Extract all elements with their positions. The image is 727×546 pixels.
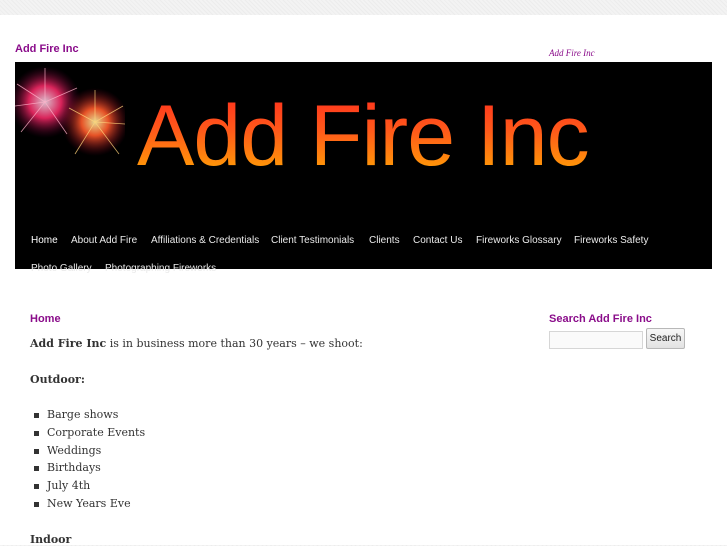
search-input[interactable]: [549, 331, 643, 349]
nav-item-fireworks-safety[interactable]: Fireworks Safety: [574, 235, 648, 246]
list-item: Weddings: [47, 444, 102, 457]
nav-item-contact-us[interactable]: Contact Us: [413, 235, 462, 246]
list-item: New Years Eve: [47, 497, 131, 510]
banner-title: Add Fire Inc: [137, 88, 590, 184]
list-bullet: [34, 449, 39, 454]
list-item: Birthdays: [47, 461, 101, 474]
list-bullet: [34, 484, 39, 489]
intro-company-name: Add Fire Inc: [30, 337, 107, 350]
fireworks-image: [15, 66, 125, 156]
nav-item-affiliations-credentials[interactable]: Affiliations & Credentials: [151, 235, 259, 246]
outdoor-heading: Outdoor:: [30, 373, 85, 386]
list-item: Barge shows: [47, 408, 119, 421]
page-title: Home: [30, 313, 61, 325]
header-banner[interactable]: Add Fire Inc: [15, 62, 712, 207]
nav-item-fireworks-glossary[interactable]: Fireworks Glossary: [476, 235, 562, 246]
nav-item-about-add-fire[interactable]: About Add Fire: [71, 235, 137, 246]
nav-item-client-testimonials[interactable]: Client Testimonials: [271, 235, 354, 246]
list-bullet: [34, 502, 39, 507]
search-button[interactable]: Search: [646, 328, 685, 349]
nav-item-clients[interactable]: Clients: [369, 235, 400, 246]
list-bullet: [34, 413, 39, 418]
indoor-heading: Indoor: [30, 533, 71, 546]
site-title-link[interactable]: Add Fire Inc: [15, 43, 79, 55]
list-bullet: [34, 466, 39, 471]
list-item: July 4th: [47, 479, 91, 492]
list-item: Corporate Events: [47, 426, 146, 439]
nav-item-home[interactable]: Home: [31, 235, 58, 246]
nav-item-photo-gallery[interactable]: Photo Gallery: [31, 263, 92, 274]
intro-text: is in business more than 30 years – we s…: [106, 337, 363, 350]
intro-paragraph: Add Fire Inc is in business more than 30…: [30, 337, 363, 350]
nav-item-photographing-fireworks[interactable]: Photographing Fireworks: [105, 263, 216, 274]
indoor-heading-text: Indoor: [30, 533, 72, 546]
site-description: Add Fire Inc: [549, 48, 595, 58]
list-bullet: [34, 431, 39, 436]
top-strip: [0, 0, 727, 15]
main-navigation: Home About Add Fire Affiliations & Crede…: [15, 207, 712, 274]
outdoor-heading-text: Outdoor:: [30, 373, 85, 386]
search-widget-title: Search Add Fire Inc: [549, 313, 652, 325]
